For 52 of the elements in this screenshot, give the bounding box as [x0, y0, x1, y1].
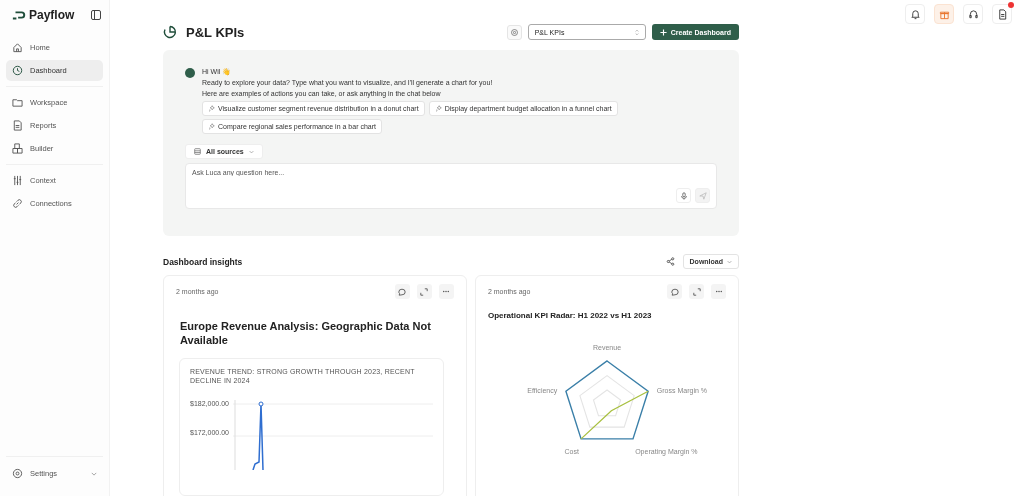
card-title: Europe Revenue Analysis: Geographic Data Not Available [180, 319, 432, 348]
more-button[interactable] [438, 284, 454, 299]
microphone-icon [679, 191, 688, 200]
up-down-icon [634, 28, 639, 36]
card-title: Operational KPI Radar: H1 2022 vs H1 2023 [487, 311, 653, 320]
link-icon [12, 198, 23, 209]
page-title: P&L KPIs [186, 24, 245, 40]
microphone-button[interactable] [676, 188, 691, 203]
comment-button[interactable] [394, 284, 410, 299]
send-icon [698, 191, 707, 200]
clock-icon [12, 65, 23, 76]
brand-name: Payflow [29, 8, 75, 22]
comment-button[interactable] [667, 284, 682, 299]
expand-button[interactable] [689, 284, 704, 299]
settings-button[interactable] [506, 24, 522, 40]
dashboard-icon [163, 25, 177, 39]
logo-icon [12, 10, 26, 20]
blocks-icon [12, 143, 23, 154]
expand-icon [692, 287, 701, 296]
database-icon [194, 148, 201, 155]
more-button[interactable] [711, 284, 726, 299]
plus-icon [659, 28, 667, 36]
gift-button[interactable] [934, 4, 954, 24]
expand-icon [420, 287, 429, 296]
document-icon [12, 120, 23, 131]
notification-button[interactable] [905, 4, 925, 24]
home-icon [12, 42, 23, 53]
sidebar-toggle-icon[interactable] [91, 10, 101, 20]
more-icon [714, 290, 723, 293]
bell-icon [909, 8, 921, 20]
sliders-icon [12, 175, 23, 186]
speech-bubble-icon [670, 287, 679, 296]
support-button[interactable] [963, 4, 983, 24]
headset-icon [967, 8, 979, 20]
settings-icon [12, 468, 23, 479]
speech-bubble-icon [398, 287, 407, 296]
chevron-down-icon [91, 471, 97, 476]
folder-icon [12, 97, 23, 108]
sparkle-icon [208, 123, 215, 130]
document-icon [996, 8, 1008, 20]
chevron-down-icon [727, 259, 732, 264]
expand-button[interactable] [416, 284, 432, 299]
sparkle-icon [208, 105, 215, 112]
more-icon [442, 290, 451, 293]
document-button[interactable] [992, 4, 1012, 24]
chevron-down-icon [248, 149, 254, 154]
share-icon[interactable] [665, 257, 675, 266]
sparkle-icon [434, 105, 442, 112]
gear-icon [509, 27, 519, 37]
section-title: Dashboard insights [163, 256, 243, 267]
line-chart-drawing [252, 401, 264, 471]
assistant-avatar [185, 68, 195, 78]
